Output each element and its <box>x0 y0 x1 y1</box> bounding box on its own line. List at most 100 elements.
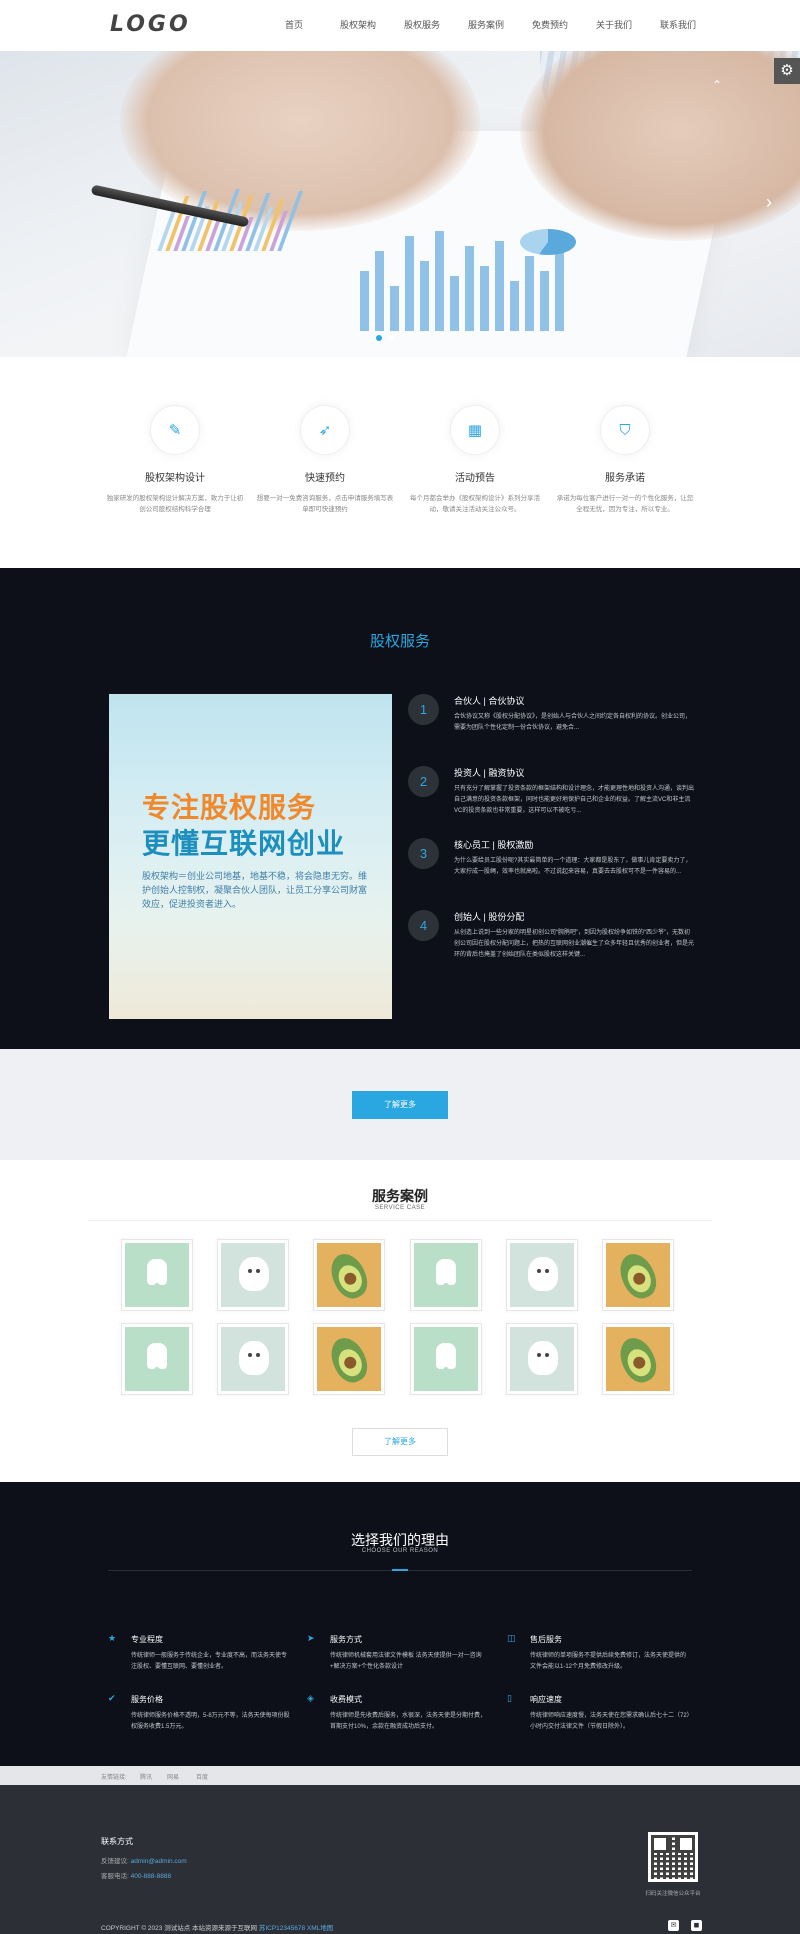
feature-desc: 承诺为每位客户进行一对一的个性化服务，让您全程无忧，因为专注，所以专业。 <box>556 495 694 514</box>
phone-link[interactable]: 400-888-8888 <box>131 1873 171 1880</box>
sitemap-link[interactable]: XML地图 <box>307 1925 333 1932</box>
feature-title: 股权架构设计 <box>145 473 205 484</box>
case-thumbnail-tooth[interactable] <box>121 1323 193 1395</box>
next-slide-icon[interactable]: › <box>766 192 772 213</box>
nav-item-about[interactable]: 关于我们 <box>582 0 646 51</box>
case-thumbnail-tooth[interactable] <box>121 1239 193 1311</box>
pencil-icon: ✎ <box>150 405 200 455</box>
hero-banner[interactable] <box>0 51 800 357</box>
step-title: 创始人 | 股份分配 <box>454 912 525 922</box>
learn-more-button[interactable]: 了解更多 <box>352 1091 448 1119</box>
star-icon: ★ <box>108 1633 117 1643</box>
section-title: 股权服务 <box>369 633 430 650</box>
qq-icon[interactable]: ◼ <box>691 1920 702 1931</box>
friend-links-bar: 友情链接: 腾讯 网易 百度 <box>0 1766 800 1785</box>
slider-dot-1[interactable] <box>376 335 382 341</box>
promo-image: 专注股权服务 更懂互联网创业 股权架构＝创业公司地基，地基不稳，将会隐患无穷。维… <box>109 694 392 1019</box>
step-number: 1 <box>408 694 439 725</box>
banner-small-chart <box>157 181 342 251</box>
step-desc: 合伙协议又称《股权分配协议》，是创始人与合伙人之间约定各自权利的协议。创业公司，… <box>454 714 692 731</box>
step-title: 合伙人 | 合伙协议 <box>454 696 525 706</box>
wechat-icon[interactable]: ✉ <box>668 1920 679 1931</box>
friend-links-label: 友情链接: <box>101 1775 127 1781</box>
case-thumbnail-tooth[interactable] <box>410 1323 482 1395</box>
contact-phone-row: 客服电话: 400-888-8888 <box>101 1870 171 1880</box>
features-section: ✎ 股权架构设计 独家研发的股权架构设计解决方案，致力于让初创公司股权结构科学合… <box>0 357 800 568</box>
shield-icon: ⛉ <box>600 405 650 455</box>
why-choose-section: 选择我们的理由 CHOOSE OUR REASON ★ 专业程度 传统律师一般服… <box>0 1482 800 1766</box>
reason-title: 专业程度 <box>131 1635 163 1644</box>
feature-card[interactable]: ➶ 快速预约 想要一对一免费咨询服务，点击申请服务填写表单即可快速预约 <box>250 405 400 516</box>
send-icon: ➤ <box>307 1633 315 1643</box>
reason-desc: 传统律师服务价格不透明，5-8万元不等，法务天使每项份股权服务收费1.5万元。 <box>131 1713 290 1730</box>
qr-code <box>648 1832 698 1882</box>
equity-service-section: 股权服务 专注股权服务 更懂互联网创业 股权架构＝创业公司地基，地基不稳，将会隐… <box>0 568 800 1049</box>
slider-dot-2[interactable] <box>388 335 394 341</box>
nav-item-booking[interactable]: 免费预约 <box>518 0 582 51</box>
nav-item-equity-service[interactable]: 股权服务 <box>390 0 454 51</box>
step-title: 核心员工 | 股权激励 <box>454 840 534 850</box>
nav-item-equity-structure[interactable]: 股权架构 <box>326 0 390 51</box>
divider-accent <box>392 1569 408 1571</box>
feature-card[interactable]: ▦ 活动预告 每个月都会举办《股权架构设计》系列分享活动，敬请关注活动关注公众号… <box>400 405 550 516</box>
case-thumbnail-avocado[interactable] <box>313 1323 385 1395</box>
contact-email-row: 反馈建议: admin@admin.com <box>101 1855 187 1865</box>
reason-desc: 传统律师是先收费后服务，水很深，法务天使是分期付费，首期支付10%，余款在融资成… <box>330 1713 487 1730</box>
section-subtitle: SERVICE CASE <box>374 1205 426 1211</box>
phone-icon: ▯ <box>507 1693 512 1703</box>
cases-more-button[interactable]: 了解更多 <box>352 1428 448 1456</box>
qr-caption: 扫码关注微信公众平台 <box>645 1891 701 1897</box>
section-title: 服务案例 <box>372 1188 428 1204</box>
nav-item-cases[interactable]: 服务案例 <box>454 0 518 51</box>
friend-link[interactable]: 百度 <box>196 1772 208 1781</box>
feature-desc: 想要一对一免费咨询服务，点击申请服务填写表单即可快速预约 <box>256 495 394 514</box>
site-logo[interactable]: LOGO <box>110 12 191 37</box>
case-thumbnail-dog[interactable] <box>506 1239 578 1311</box>
cta-band: 了解更多 <box>0 1049 800 1160</box>
step-desc: 为什么要给员工股份呢?其实最简单的一个道理：大家都是股东了，做事儿肯定要卖力了，… <box>454 858 692 875</box>
step-number: 4 <box>408 910 439 941</box>
avocado-icon <box>324 1248 374 1304</box>
copyright: COPYRIGHT © 2023 测试站点 本站资源来源于互联网 苏ICP123… <box>101 1922 333 1932</box>
friend-link[interactable]: 网易 <box>167 1772 179 1781</box>
reason-title: 服务方式 <box>330 1635 362 1644</box>
nav-item-contact[interactable]: 联系我们 <box>646 0 710 51</box>
case-thumbnail-tooth[interactable] <box>410 1239 482 1311</box>
gear-icon[interactable]: ⚙ <box>774 58 800 84</box>
tooth-icon <box>147 1259 167 1293</box>
case-thumbnail-avocado[interactable] <box>313 1239 385 1311</box>
dog-icon <box>239 1341 269 1375</box>
case-thumbnail-dog[interactable] <box>217 1323 289 1395</box>
reason-desc: 传统律师机械套用法律文件模板 法务天使提供一对一咨询+解决方案+个性化条款设计 <box>330 1653 482 1670</box>
case-thumbnail-dog[interactable] <box>506 1323 578 1395</box>
step-title: 投资人 | 融资协议 <box>454 768 525 778</box>
reason-title: 服务价格 <box>131 1695 163 1704</box>
tag-icon: ◈ <box>307 1693 314 1703</box>
step-desc: 从创造上说到一些分家的明星初创公司“腕鹃吧”，到因为股权纷争如铁的“西少爷”，无… <box>454 930 695 958</box>
reason-title: 售后服务 <box>530 1635 562 1644</box>
promo-text: 股权架构＝创业公司地基，地基不稳，将会隐患无穷。维护创始人控制权，凝聚合伙人团队… <box>142 871 368 909</box>
reason-desc: 传统律师响应速度慢，法务天使在您需求确认后七十二（72）小时内交付法律文件（节假… <box>530 1713 690 1730</box>
dog-icon <box>239 1257 269 1291</box>
case-thumbnail-avocado[interactable] <box>602 1323 674 1395</box>
promo-headline-2: 更懂互联网创业 <box>142 828 346 859</box>
cases-section: 服务案例 SERVICE CASE 了解更多 <box>0 1160 800 1482</box>
tooth-icon <box>147 1343 167 1377</box>
divider <box>88 1220 712 1221</box>
footer-icons: ✉ ◼ <box>668 1920 702 1931</box>
contact-title: 联系方式 <box>101 1837 133 1846</box>
dog-icon <box>528 1257 558 1291</box>
friend-link[interactable]: 腾讯 <box>140 1772 152 1781</box>
scroll-up-icon[interactable]: ⌃ <box>712 78 722 92</box>
slider-dots <box>376 335 394 341</box>
step-number: 3 <box>408 838 439 869</box>
nav-item-home[interactable]: 首页 <box>262 0 326 51</box>
case-thumbnail-avocado[interactable] <box>602 1239 674 1311</box>
icp-link[interactable]: 苏ICP12345678 <box>259 1925 305 1932</box>
feature-card[interactable]: ⛉ 服务承诺 承诺为每位客户进行一对一的个性化服务，让您全程无忧，因为专注，所以… <box>550 405 700 516</box>
feature-card[interactable]: ✎ 股权架构设计 独家研发的股权架构设计解决方案，致力于让初创公司股权结构科学合… <box>100 405 250 516</box>
dog-icon <box>528 1341 558 1375</box>
email-link[interactable]: admin@admin.com <box>131 1858 187 1865</box>
site-footer: 联系方式 反馈建议: admin@admin.com 客服电话: 400-888… <box>0 1785 800 1934</box>
case-thumbnail-dog[interactable] <box>217 1239 289 1311</box>
